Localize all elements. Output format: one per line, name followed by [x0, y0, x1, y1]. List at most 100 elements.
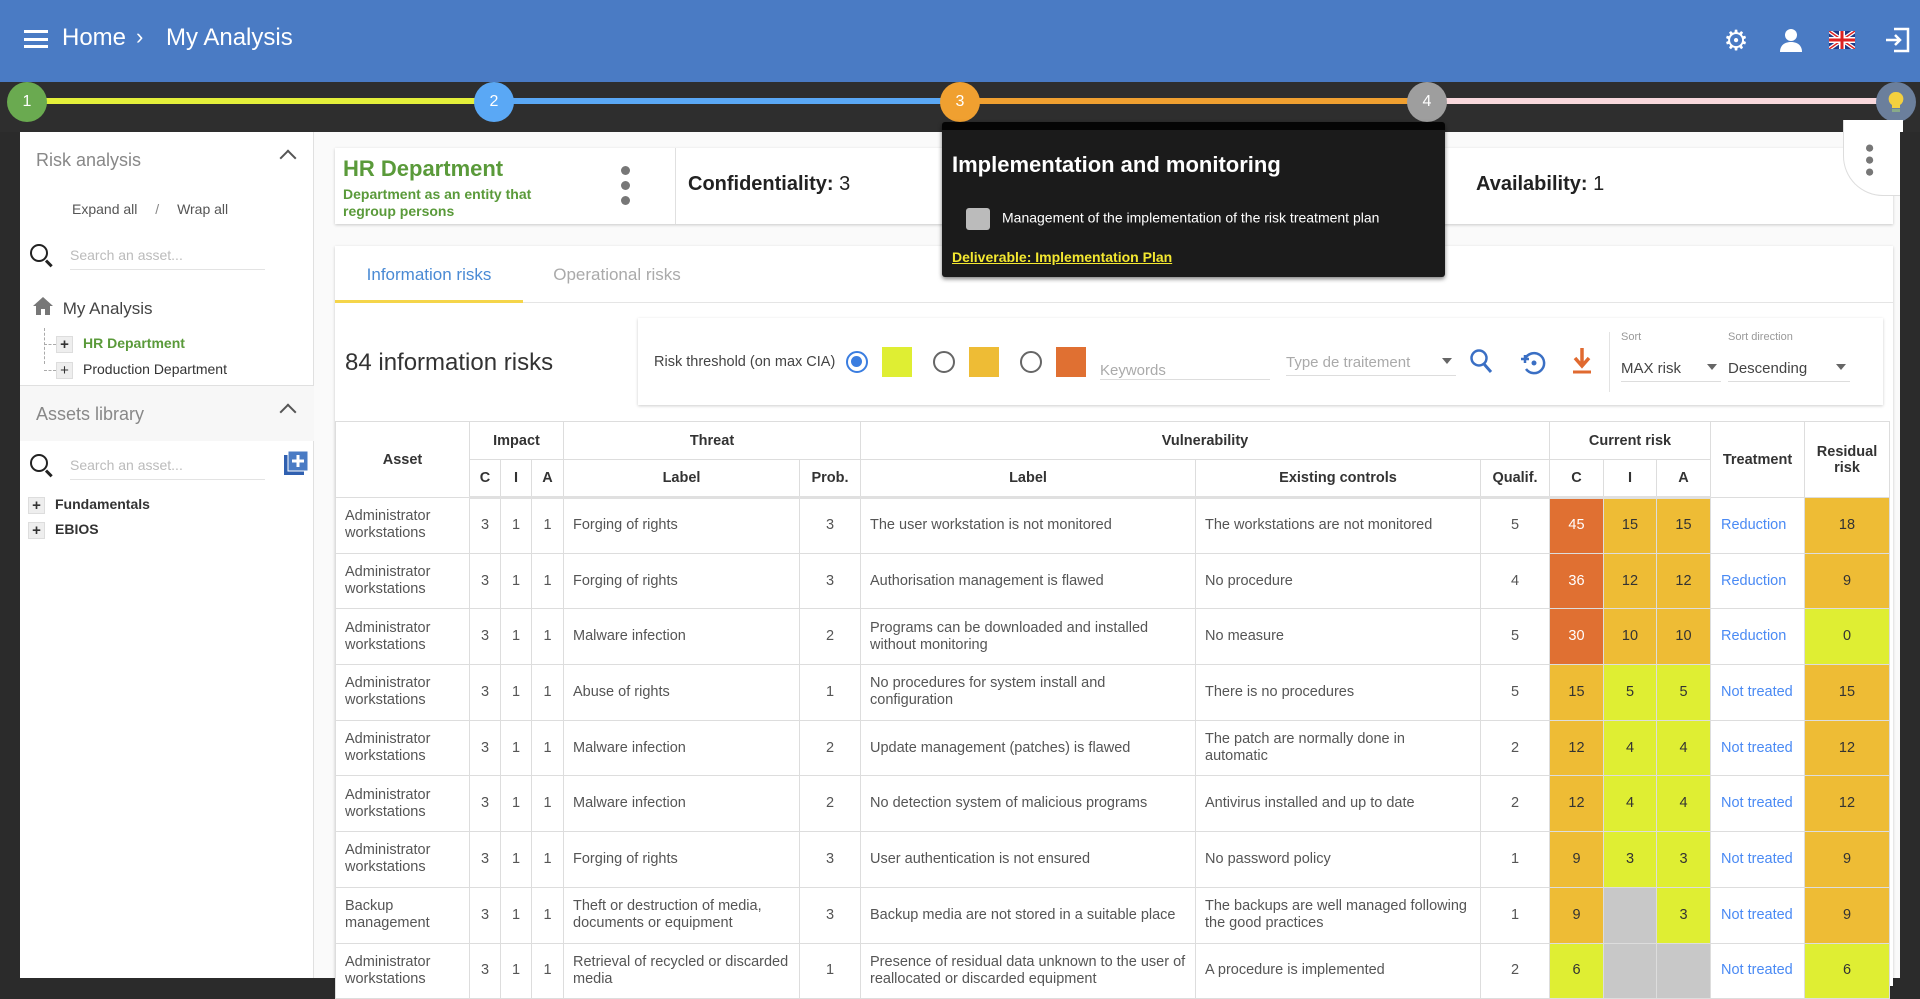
sort-select[interactable]: MAX risk: [1621, 352, 1721, 382]
section-title: Assets library: [36, 404, 145, 424]
table-row[interactable]: Administrator workstations 3 1 1 Retrieval o…: [335, 942, 1890, 999]
deliverable-link[interactable]: Deliverable: Implementation Plan: [952, 249, 1172, 265]
library-item-ebios[interactable]: + EBIOS: [28, 521, 99, 539]
current-risk-c: 12: [1549, 719, 1604, 777]
assets-library-header[interactable]: Assets library: [20, 385, 314, 441]
table-row[interactable]: Administrator workstations 3 1 1 Malware inf…: [335, 775, 1890, 833]
keywords-input[interactable]: Keywords: [1100, 350, 1270, 380]
search-asset-input[interactable]: [70, 450, 265, 480]
current-risk-a: 12: [1656, 552, 1711, 610]
existing-controls: The patch are normally done in automatic: [1195, 719, 1481, 777]
col-impact-c[interactable]: C: [469, 459, 501, 499]
residual-risk: 6: [1804, 942, 1890, 999]
current-risk-c: 15: [1549, 664, 1604, 721]
logout-icon[interactable]: [1882, 24, 1914, 56]
expand-icon[interactable]: +: [28, 521, 45, 539]
table-row[interactable]: Administrator workstations 3 1 1 Malware inf…: [335, 608, 1890, 666]
table-row[interactable]: Administrator workstations 3 1 1 Malware inf…: [335, 719, 1890, 777]
threshold-label: Risk threshold (on max CIA): [654, 354, 836, 370]
threat-prob: 2: [799, 775, 861, 833]
entity-menu-icon[interactable]: [621, 166, 631, 211]
treatment-link[interactable]: Not treated: [1710, 831, 1805, 888]
tree-item-hr-department[interactable]: + HR Department: [44, 335, 185, 353]
table-row[interactable]: Administrator workstations 3 1 1 Forging of …: [335, 497, 1890, 554]
library-item-fundamentals[interactable]: + Fundamentals: [28, 496, 150, 514]
download-icon[interactable]: [1570, 346, 1594, 381]
step-line: [1427, 98, 1896, 104]
sort-direction-select[interactable]: Descending: [1728, 352, 1850, 382]
uk-flag-icon[interactable]: [1826, 24, 1858, 56]
treatment-link[interactable]: Not treated: [1710, 775, 1805, 833]
tab-information-risks[interactable]: Information risks: [335, 246, 523, 303]
residual-risk: 9: [1804, 886, 1890, 944]
impact-i: 1: [500, 775, 532, 833]
treatment-link[interactable]: Reduction: [1710, 552, 1805, 610]
asset-cell: Administrator workstations: [335, 664, 470, 721]
col-risk-c[interactable]: C: [1549, 459, 1604, 499]
tree-item-production-department[interactable]: + Production Department: [44, 361, 227, 379]
col-threat-prob[interactable]: Prob.: [799, 459, 861, 499]
col-threat-label[interactable]: Label: [563, 459, 800, 499]
search-icon[interactable]: [1469, 348, 1495, 381]
step-2[interactable]: 2: [474, 82, 514, 122]
impact-a: 1: [531, 831, 564, 888]
col-vulnerability: Vulnerability: [860, 421, 1550, 460]
breadcrumb-home[interactable]: Home: [62, 24, 126, 52]
entity-info: HR Department Department as an entity th…: [343, 156, 563, 220]
chevron-up-icon[interactable]: [279, 149, 297, 167]
existing-controls: No measure: [1195, 608, 1481, 666]
step-3[interactable]: 3: [940, 82, 980, 122]
chevron-up-icon[interactable]: [279, 403, 297, 421]
table-row[interactable]: Administrator workstations 3 1 1 Forging of …: [335, 831, 1890, 888]
expand-icon[interactable]: +: [56, 335, 73, 353]
add-asset-icon[interactable]: [283, 450, 309, 481]
col-asset[interactable]: Asset: [335, 421, 470, 498]
expand-all-link[interactable]: Expand all: [72, 201, 137, 217]
expand-icon[interactable]: +: [28, 496, 45, 514]
user-icon[interactable]: [1775, 24, 1807, 56]
threshold-radio-low[interactable]: [846, 351, 868, 373]
treatment-type-select[interactable]: Type de traitement: [1286, 346, 1456, 376]
col-impact-i[interactable]: I: [500, 459, 532, 499]
step-1[interactable]: 1: [7, 82, 47, 122]
treatment-link[interactable]: Reduction: [1710, 608, 1805, 666]
col-risk-i[interactable]: I: [1603, 459, 1657, 499]
col-treatment[interactable]: Treatment: [1710, 421, 1805, 498]
wrap-all-link[interactable]: Wrap all: [177, 201, 228, 217]
expand-icon[interactable]: +: [56, 361, 73, 379]
table-row[interactable]: Administrator workstations 3 1 1 Abuse of ri…: [335, 664, 1890, 721]
reset-icon[interactable]: [1519, 349, 1547, 382]
table-row[interactable]: Backup management 3 1 1 Theft or destruction…: [335, 886, 1890, 944]
risk-analysis-header[interactable]: Risk analysis: [20, 132, 314, 188]
current-risk-a: [1656, 942, 1711, 999]
impact-c: 3: [469, 664, 501, 721]
col-impact-a[interactable]: A: [531, 459, 564, 499]
current-risk-a: 5: [1656, 664, 1711, 721]
task-checkbox[interactable]: [966, 208, 990, 230]
threshold-radio-high[interactable]: [1019, 351, 1042, 373]
table-row[interactable]: Administrator workstations 3 1 1 Forging of …: [335, 552, 1890, 610]
col-vuln-label[interactable]: Label: [860, 459, 1196, 499]
menu-icon[interactable]: [24, 30, 48, 48]
col-risk-a[interactable]: A: [1656, 459, 1711, 499]
threshold-radio-medium[interactable]: [932, 351, 955, 373]
treatment-link[interactable]: Not treated: [1710, 886, 1805, 944]
breadcrumb-current: My Analysis: [166, 24, 293, 51]
col-existing-controls[interactable]: Existing controls: [1195, 459, 1481, 499]
step-4[interactable]: 4: [1407, 82, 1447, 122]
tree-root-my-analysis[interactable]: My Analysis: [32, 296, 152, 321]
tab-operational-risks[interactable]: Operational risks: [523, 246, 711, 303]
app-header: Home › My Analysis ⚙: [0, 0, 1920, 82]
search-asset-input[interactable]: [70, 240, 265, 270]
gear-icon[interactable]: ⚙: [1720, 24, 1752, 56]
impact-a: 1: [531, 497, 564, 554]
lightbulb-icon[interactable]: [1876, 82, 1916, 122]
impact-i: 1: [500, 608, 532, 666]
treatment-link[interactable]: Not treated: [1710, 664, 1805, 721]
treatment-link[interactable]: Not treated: [1710, 719, 1805, 777]
col-residual-risk[interactable]: Residual risk: [1804, 421, 1890, 498]
residual-risk: 12: [1804, 719, 1890, 777]
treatment-link[interactable]: Not treated: [1710, 942, 1805, 999]
treatment-link[interactable]: Reduction: [1710, 497, 1805, 554]
col-qualif[interactable]: Qualif.: [1480, 459, 1550, 499]
